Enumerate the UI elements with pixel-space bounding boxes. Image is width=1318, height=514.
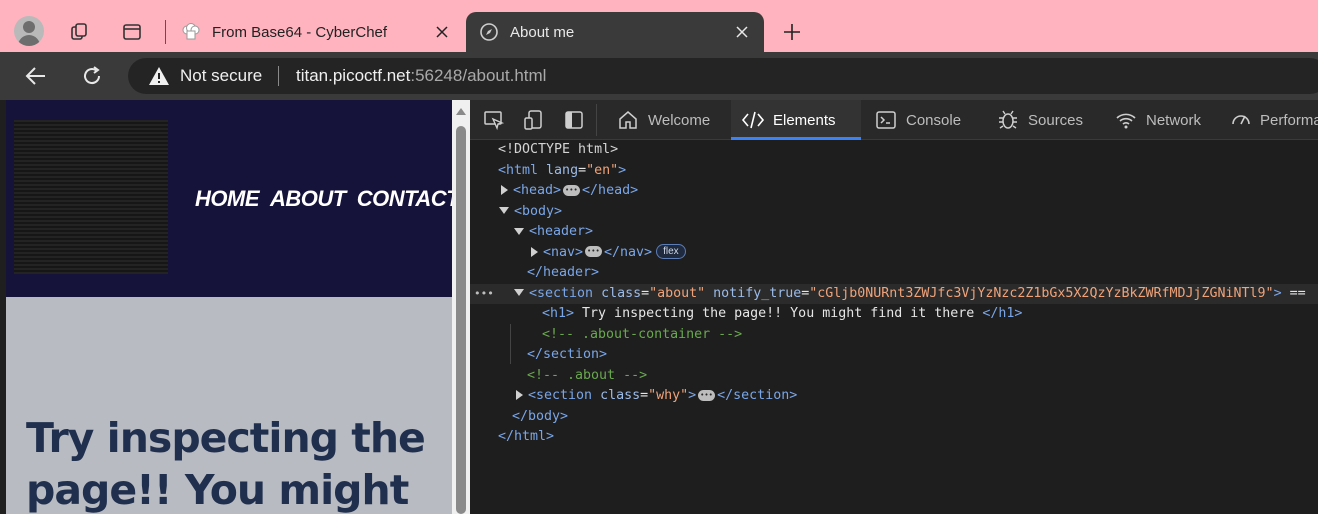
dom-line-html[interactable]: <html lang="en"> — [470, 161, 1318, 182]
tab-elements[interactable]: Elements — [731, 100, 861, 140]
tab-title: About me — [510, 23, 575, 41]
page-viewport: HOME ABOUT CONTACT Try inspecting the pa… — [6, 100, 452, 514]
devtools-toolbar: Welcome Elements Console Sources Network — [470, 100, 1318, 140]
gauge-icon — [1230, 108, 1252, 132]
dom-line-nav[interactable]: <nav></nav>flex — [470, 241, 1318, 264]
close-tab-icon[interactable] — [432, 22, 452, 42]
tab-title: From Base64 - CyberChef — [212, 23, 388, 41]
url-host: titan.picoctf.net — [296, 66, 411, 85]
ellipsis-icon[interactable] — [563, 180, 581, 200]
chef-hat-icon — [180, 21, 202, 43]
security-status-label[interactable]: Not secure — [180, 66, 262, 86]
dom-line-html-close[interactable]: </html> — [470, 427, 1318, 448]
new-tab-plus-icon[interactable] — [778, 18, 806, 46]
flex-badge[interactable]: flex — [656, 244, 686, 259]
dom-line-h1[interactable]: <h1> Try inspecting the page!! You might… — [470, 304, 1318, 325]
back-arrow-icon[interactable] — [22, 62, 50, 90]
tab-cyberchef[interactable]: From Base64 - CyberChef — [168, 12, 464, 52]
expand-arrow-icon[interactable] — [501, 185, 508, 195]
dom-line-body[interactable]: <body> — [470, 202, 1318, 223]
home-icon — [616, 108, 640, 132]
dom-line-comment-container[interactable]: <!-- .about-container --> — [470, 325, 1318, 346]
vertical-tabs-icon[interactable] — [114, 14, 150, 50]
page-scrollbar[interactable] — [452, 100, 470, 514]
site-header: HOME ABOUT CONTACT — [6, 100, 452, 297]
dom-line-section-close[interactable]: </section> — [470, 345, 1318, 366]
devtools-separator — [596, 104, 597, 136]
url-path: :56248/about.html — [410, 66, 547, 85]
collapse-arrow-icon[interactable] — [514, 227, 524, 235]
inspect-element-icon[interactable] — [482, 108, 506, 132]
dom-line-doctype[interactable]: <!DOCTYPE html> — [470, 140, 1318, 161]
code-icon — [741, 108, 765, 132]
dom-line-section-why[interactable]: <section class="why"></section> — [470, 385, 1318, 407]
bug-icon — [996, 108, 1020, 132]
compass-icon — [478, 21, 500, 43]
profile-avatar-icon[interactable] — [14, 16, 44, 46]
scroll-up-arrow-icon[interactable] — [456, 108, 466, 115]
browser-toolbar: Not secure titan.picoctf.net:56248/about… — [0, 52, 1318, 100]
more-options-icon[interactable]: ••• — [474, 284, 494, 305]
expand-arrow-icon[interactable] — [516, 390, 523, 400]
nav-about-link[interactable]: ABOUT — [270, 186, 346, 212]
address-bar[interactable]: Not secure titan.picoctf.net:56248/about… — [128, 58, 1318, 94]
tab-sources[interactable]: Sources — [994, 100, 1104, 140]
url-text[interactable]: titan.picoctf.net:56248/about.html — [296, 66, 546, 86]
wifi-icon — [1114, 108, 1138, 132]
omnibox-divider — [278, 66, 279, 86]
dom-line-header-close[interactable]: </header> — [470, 263, 1318, 284]
refresh-icon[interactable] — [78, 62, 106, 90]
collapse-arrow-icon[interactable] — [499, 207, 509, 214]
site-logo — [14, 120, 168, 274]
close-tab-icon[interactable] — [732, 22, 752, 42]
tab-welcome[interactable]: Welcome — [606, 100, 720, 140]
collapse-arrow-icon[interactable] — [514, 289, 524, 296]
site-nav: HOME ABOUT CONTACT — [195, 186, 452, 212]
dom-line-header[interactable]: <header> — [470, 222, 1318, 243]
nav-home-link[interactable]: HOME — [195, 186, 260, 212]
dom-line-comment-about[interactable]: <!-- .about --> — [470, 366, 1318, 387]
warning-triangle-icon[interactable] — [148, 66, 170, 90]
tab-about-me[interactable]: About me — [466, 12, 764, 52]
device-emulation-icon[interactable] — [522, 108, 546, 132]
tab-separator — [165, 20, 166, 44]
expand-arrow-icon[interactable] — [531, 246, 538, 257]
dock-side-icon[interactable] — [562, 108, 586, 132]
dom-line-body-close[interactable]: </body> — [470, 407, 1318, 428]
ellipsis-icon[interactable] — [698, 385, 716, 405]
tab-performance[interactable]: Performa — [1228, 100, 1318, 140]
tab-strip: From Base64 - CyberChef About me — [0, 0, 1318, 52]
dom-tree: <!DOCTYPE html> <html lang="en"> <head><… — [470, 140, 1318, 448]
tab-network[interactable]: Network — [1112, 100, 1224, 140]
scroll-thumb[interactable] — [456, 126, 466, 514]
about-heading: Try inspecting the page!! You might — [26, 414, 426, 514]
dom-line-section-about[interactable]: ••• <section class="about" notify_true="c… — [470, 283, 1318, 305]
ellipsis-icon[interactable] — [585, 241, 603, 262]
tab-console[interactable]: Console — [872, 100, 984, 140]
collections-icon[interactable] — [62, 14, 98, 50]
console-icon — [874, 108, 898, 132]
devtools-panel: Welcome Elements Console Sources Network — [470, 100, 1318, 514]
notify-true-value: "cGljb0NURnt3ZWJfc3VjYzNzc2Z1bGx5X2QzYzB… — [809, 285, 1274, 301]
nav-contact-link[interactable]: CONTACT — [357, 186, 452, 212]
dom-line-head[interactable]: <head></head> — [470, 180, 1318, 202]
